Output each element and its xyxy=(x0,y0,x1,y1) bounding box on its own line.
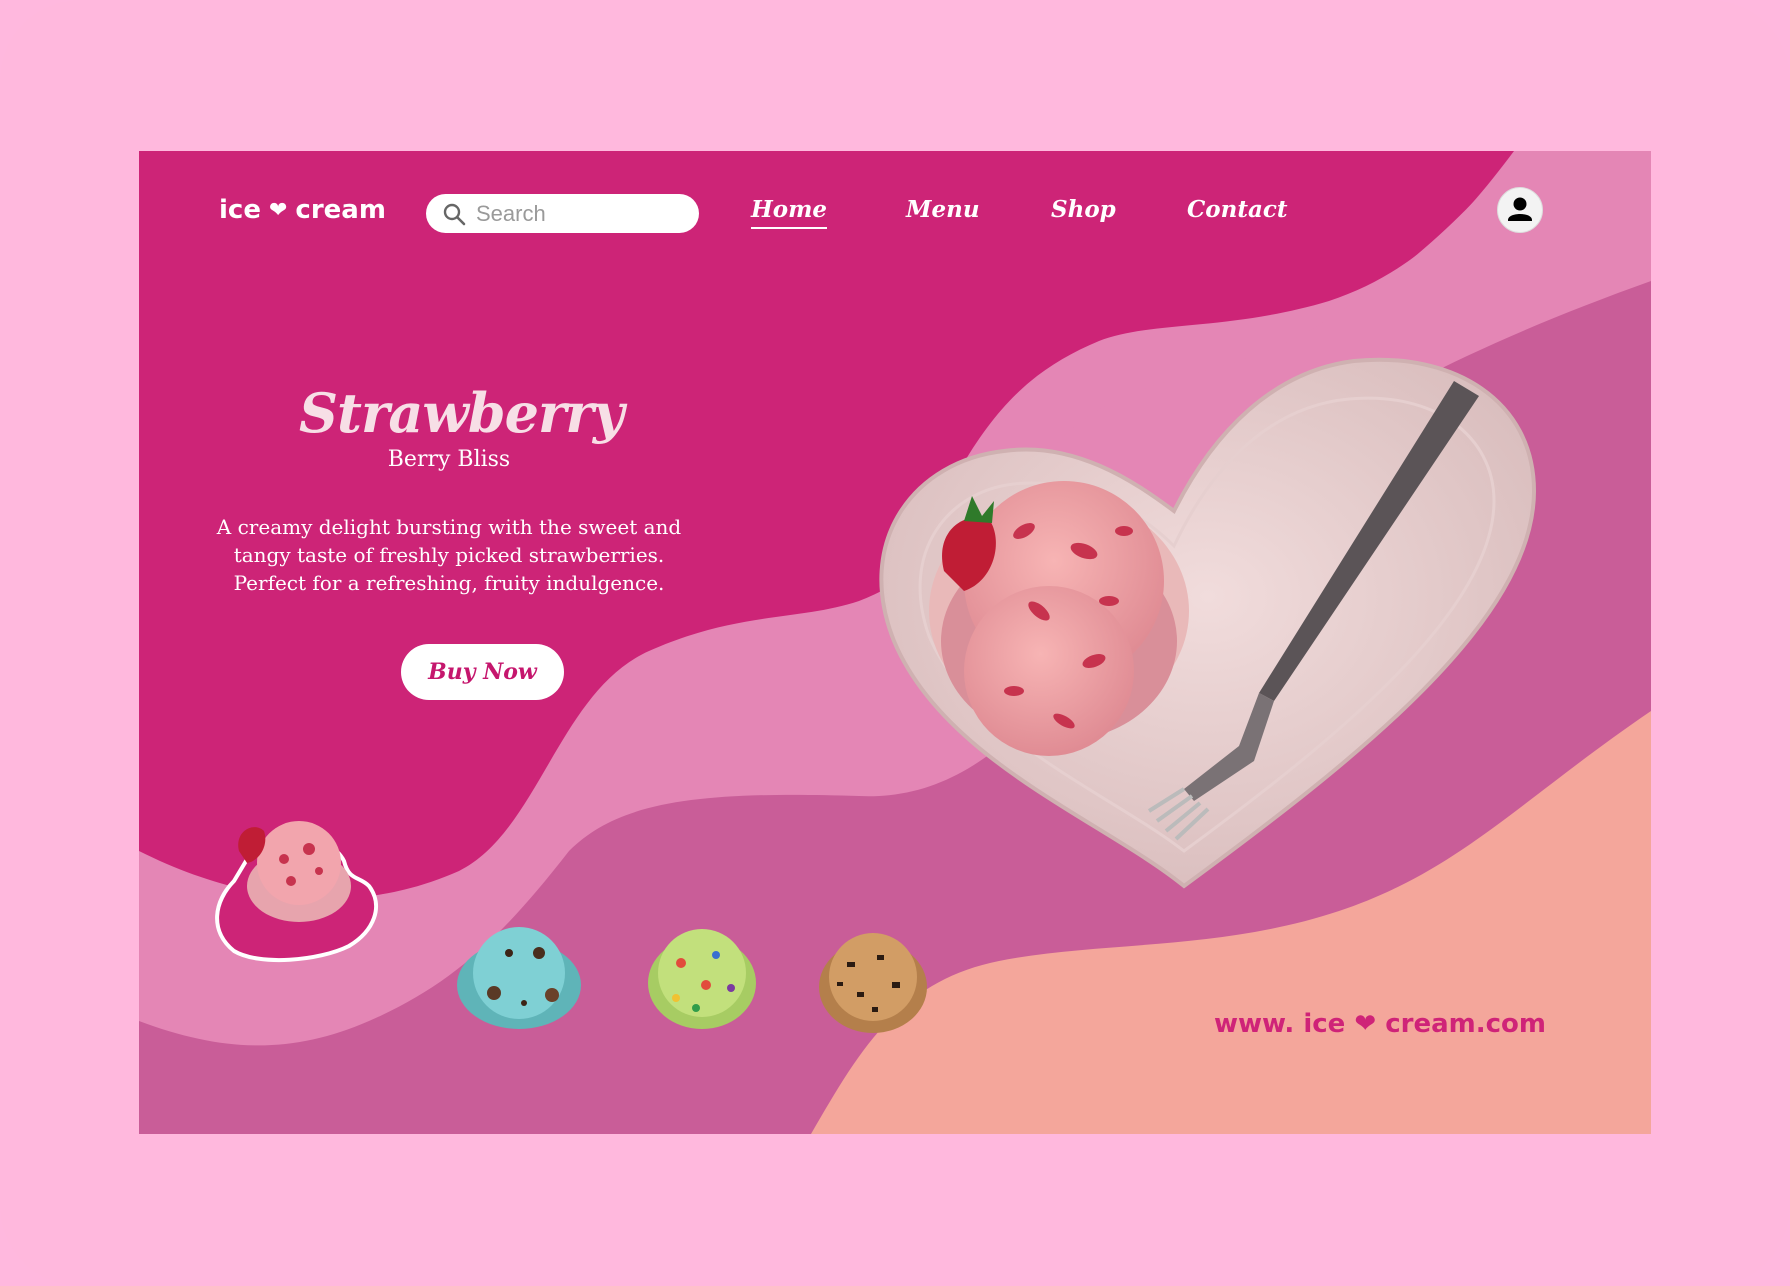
product-subtitle: Berry Bliss xyxy=(387,447,511,472)
nav-home[interactable]: Home xyxy=(751,196,828,229)
hero-section: ice ❤ cream Home Menu Shop Contact Straw… xyxy=(139,151,1651,1134)
flavor-thumb-coffee-chip[interactable] xyxy=(817,927,929,1039)
url-suffix: cream.com xyxy=(1385,1009,1546,1039)
logo-word-cream: cream xyxy=(295,195,386,225)
flavor-thumb-strawberry[interactable] xyxy=(209,801,389,966)
search-input[interactable] xyxy=(474,199,678,228)
search-bar[interactable] xyxy=(426,194,699,233)
logo-word-ice: ice xyxy=(219,195,261,225)
heart-icon: ❤ xyxy=(1354,1009,1377,1039)
buy-now-button[interactable]: Buy Now xyxy=(401,644,564,700)
heart-icon: ❤ xyxy=(268,197,288,223)
page-frame: ice ❤ cream Home Menu Shop Contact Straw… xyxy=(0,0,1790,1286)
nav-menu[interactable]: Menu xyxy=(906,196,980,223)
flavor-thumb-pistachio-candy[interactable] xyxy=(646,923,758,1035)
search-icon xyxy=(443,203,466,225)
user-icon xyxy=(1508,197,1532,221)
product-description: A creamy delight bursting with the sweet… xyxy=(216,515,682,595)
nav-contact[interactable]: Contact xyxy=(1187,196,1288,223)
website-url[interactable]: www. ice ❤ cream.com xyxy=(1214,1009,1546,1039)
url-prefix: www. ice xyxy=(1214,1009,1346,1039)
product-title: Strawberry xyxy=(299,381,624,445)
site-logo[interactable]: ice ❤ cream xyxy=(219,195,386,225)
hero-product-image xyxy=(879,357,1537,889)
nav-shop[interactable]: Shop xyxy=(1051,196,1116,223)
account-button[interactable] xyxy=(1497,187,1543,233)
flavor-thumb-mint-chocolate[interactable] xyxy=(454,923,584,1033)
